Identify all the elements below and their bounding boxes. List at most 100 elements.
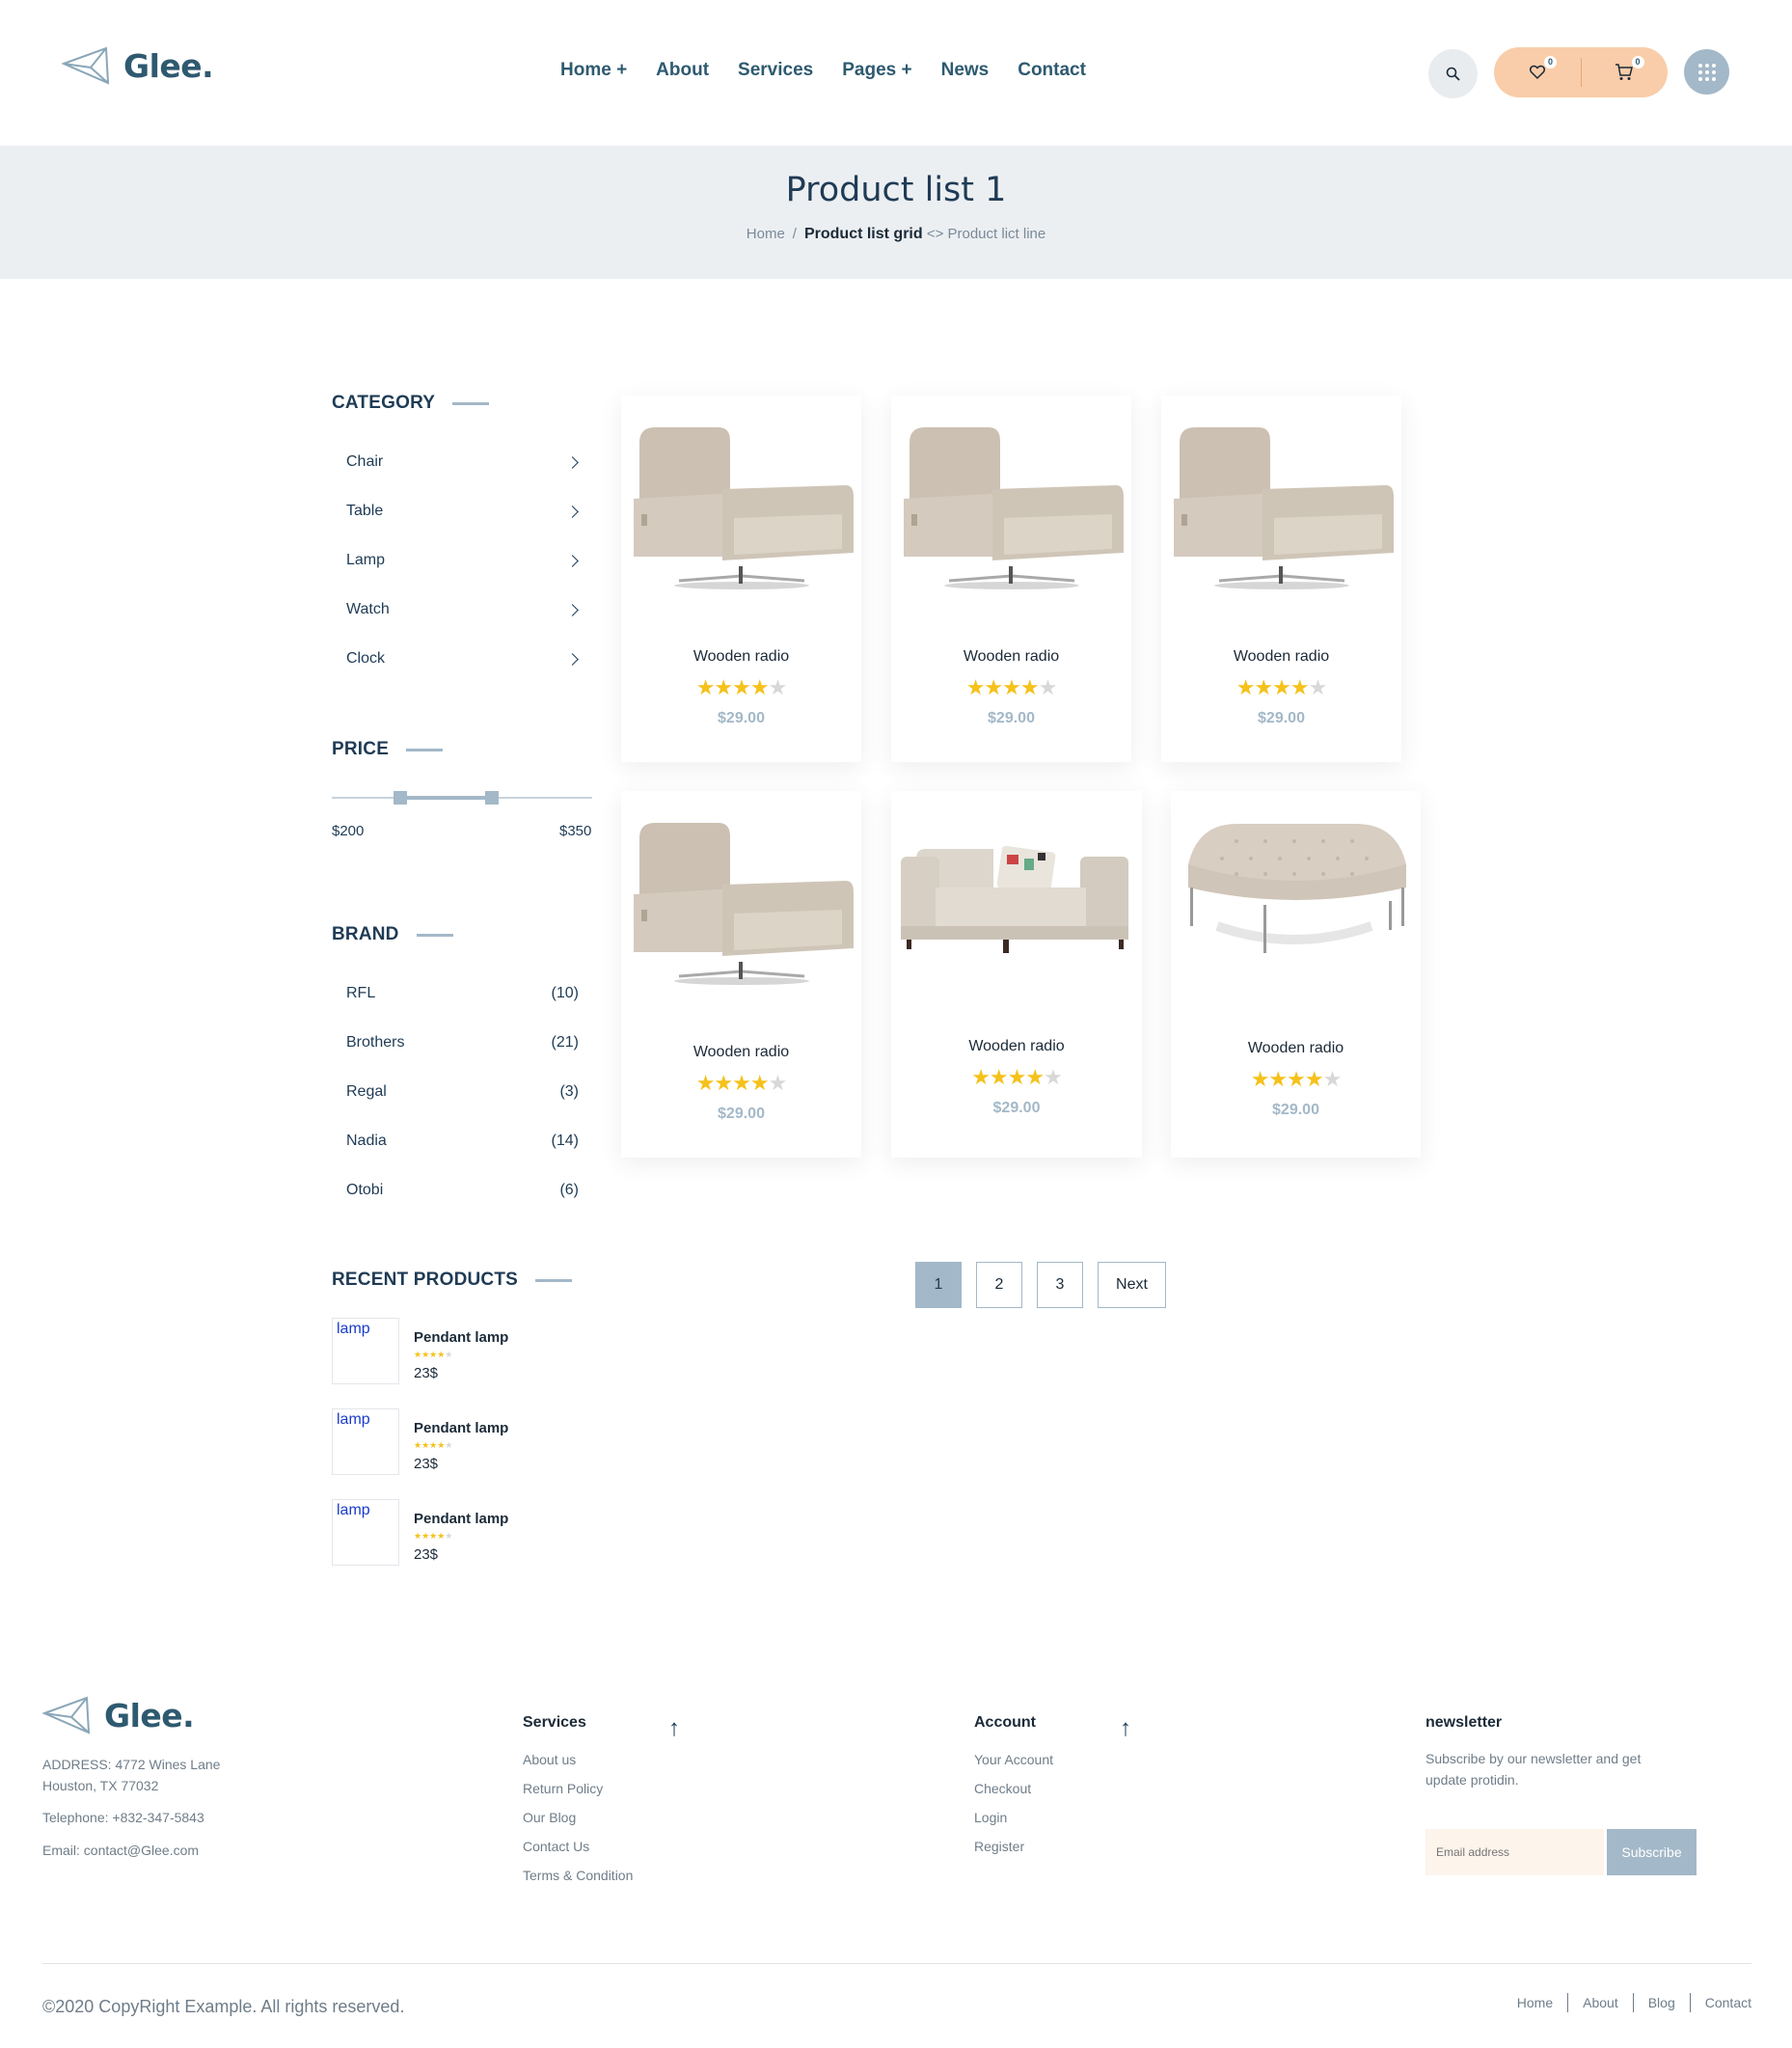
recent-title-text: RECENT PRODUCTS (332, 1270, 519, 1290)
subscribe-button[interactable]: Subscribe (1607, 1829, 1697, 1875)
title-underline (406, 748, 444, 751)
recent-product-name[interactable]: Pendant lamp (414, 1420, 508, 1436)
brand-item-otobi[interactable]: Otobi (6) (346, 1182, 579, 1199)
search-button[interactable] (1428, 49, 1478, 98)
nav-pages[interactable]: Pages + (842, 60, 911, 81)
product-name[interactable]: Wooden radio (621, 1044, 861, 1061)
brand-item-rfl[interactable]: RFL (10) (346, 985, 579, 1002)
product-price: $29.00 (718, 1106, 765, 1122)
footer-link-login[interactable]: Login (974, 1810, 1007, 1825)
footer-link-checkout[interactable]: Checkout (974, 1781, 1031, 1796)
price-min-label: $200 (332, 823, 365, 839)
recent-product[interactable]: lamp Pendant lamp ★★★★★ 23$ (332, 1318, 621, 1385)
footer-link-your-account[interactable]: Your Account (974, 1752, 1053, 1767)
newsletter-email-input[interactable] (1425, 1829, 1604, 1875)
breadcrumb-current[interactable]: Product list grid (804, 226, 923, 242)
nav-about[interactable]: About (656, 60, 709, 81)
product-card[interactable]: Wooden radio ★★★★★ $29.00 (891, 396, 1131, 762)
product-name[interactable]: Wooden radio (891, 648, 1131, 666)
product-price: $29.00 (1272, 1102, 1319, 1118)
product-name[interactable]: Wooden radio (621, 648, 861, 666)
footer-email[interactable]: Email: contact@Glee.com (42, 1840, 199, 1861)
category-label: Clock (346, 650, 386, 667)
product-card[interactable]: Wooden radio ★★★★★ $29.00 (621, 791, 861, 1158)
arrow-up-icon[interactable]: ↑ (1120, 1715, 1131, 1742)
product-image-sofa-chair[interactable] (897, 820, 1136, 965)
product-card[interactable]: Wooden radio ★★★★★ $29.00 (1171, 791, 1421, 1158)
brand-label: Otobi (346, 1182, 384, 1198)
rating-stars: ★★★★★ (695, 675, 788, 699)
recent-product[interactable]: lamp Pendant lamp ★★★★★ 23$ (332, 1408, 621, 1476)
footer-link-contact-us[interactable]: Contact Us (523, 1839, 589, 1854)
nav-home[interactable]: Home + (560, 60, 627, 81)
cart-button[interactable]: 0 (1582, 47, 1669, 97)
header-actions: 0 0 (1494, 47, 1668, 97)
product-card[interactable]: Wooden radio ★★★★★ $29.00 (891, 791, 1142, 1158)
price-title-text: PRICE (332, 739, 390, 759)
product-name[interactable]: Wooden radio (1171, 1040, 1421, 1057)
footer-services-title: Services (523, 1714, 586, 1731)
footer-link-our-blog[interactable]: Our Blog (523, 1810, 576, 1825)
category-item-watch[interactable]: Watch (346, 601, 581, 618)
nav-news[interactable]: News (941, 60, 990, 81)
page-button-3[interactable]: 3 (1037, 1262, 1083, 1308)
next-page-button[interactable]: Next (1098, 1262, 1166, 1308)
product-name[interactable]: Wooden radio (891, 1038, 1142, 1055)
brand-label: Regal (346, 1083, 387, 1100)
price-slider-max-handle[interactable] (485, 791, 499, 805)
product-card[interactable]: Wooden radio ★★★★★ $29.00 (1161, 396, 1401, 762)
menu-grid-button[interactable] (1684, 49, 1729, 95)
page-title: Product list 1 (785, 171, 1007, 209)
bottom-link-contact[interactable]: Contact (1689, 1993, 1751, 2012)
footer-logo[interactable]: Glee. (42, 1696, 195, 1734)
price-slider-min-handle[interactable] (394, 791, 407, 805)
recent-product-image[interactable]: lamp (332, 1318, 399, 1384)
product-card[interactable]: Wooden radio ★★★★★ $29.00 (621, 396, 861, 762)
page-button-2[interactable]: 2 (976, 1262, 1022, 1308)
recent-product-image[interactable]: lamp (332, 1408, 399, 1475)
chevron-right-icon (566, 505, 579, 518)
brand-label: RFL (346, 985, 376, 1001)
recent-product-name[interactable]: Pendant lamp (414, 1511, 508, 1527)
nav-contact[interactable]: Contact (1018, 60, 1086, 81)
product-image-armchair[interactable] (896, 422, 1127, 595)
nav-services[interactable]: Services (738, 60, 813, 81)
recent-product[interactable]: lamp Pendant lamp ★★★★★ 23$ (332, 1499, 621, 1567)
bottom-link-home[interactable]: Home (1503, 1993, 1567, 2012)
product-name[interactable]: Wooden radio (1161, 648, 1401, 666)
category-item-clock[interactable]: Clock (346, 650, 581, 668)
recent-product-price: 23$ (414, 1456, 439, 1472)
product-price: $29.00 (718, 710, 765, 726)
footer-link-terms[interactable]: Terms & Condition (523, 1868, 633, 1883)
rating-stars: ★★★★★ (1235, 675, 1328, 699)
footer-link-return-policy[interactable]: Return Policy (523, 1781, 603, 1796)
category-item-table[interactable]: Table (346, 503, 581, 520)
product-image-armchair[interactable] (626, 422, 857, 595)
bottom-link-about[interactable]: About (1567, 1993, 1633, 2012)
breadcrumb-extra: <> Product lict line (926, 226, 1046, 242)
brand-count: (14) (551, 1133, 579, 1149)
brand-label: Nadia (346, 1133, 387, 1149)
brand-item-nadia[interactable]: Nadia (14) (346, 1133, 579, 1150)
site-header: Glee. Home + About Services Pages + News… (0, 0, 1792, 146)
recent-product-image[interactable]: lamp (332, 1499, 399, 1566)
arrow-up-icon[interactable]: ↑ (668, 1715, 680, 1742)
product-image-armchair[interactable] (1166, 422, 1398, 595)
brand-item-regal[interactable]: Regal (3) (346, 1083, 579, 1101)
category-item-chair[interactable]: Chair (346, 453, 581, 471)
footer-link-register[interactable]: Register (974, 1839, 1024, 1854)
recent-product-name[interactable]: Pendant lamp (414, 1329, 508, 1346)
price-max-label: $350 (559, 823, 592, 839)
footer-link-about-us[interactable]: About us (523, 1752, 576, 1767)
bottom-link-blog[interactable]: Blog (1632, 1993, 1690, 2012)
wishlist-button[interactable]: 0 (1494, 47, 1581, 97)
product-image-armchair[interactable] (626, 817, 857, 991)
category-item-lamp[interactable]: Lamp (346, 552, 581, 569)
logo[interactable]: Glee. (62, 46, 214, 85)
brand-item-brothers[interactable]: Brothers (21) (346, 1034, 579, 1051)
rating-stars: ★★★★★ (1250, 1067, 1343, 1091)
breadcrumb-home[interactable]: Home (747, 226, 785, 242)
footer-newsletter-title: newsletter (1425, 1714, 1503, 1731)
page-button-1[interactable]: 1 (915, 1262, 962, 1308)
logo-text: Glee. (104, 1696, 195, 1734)
